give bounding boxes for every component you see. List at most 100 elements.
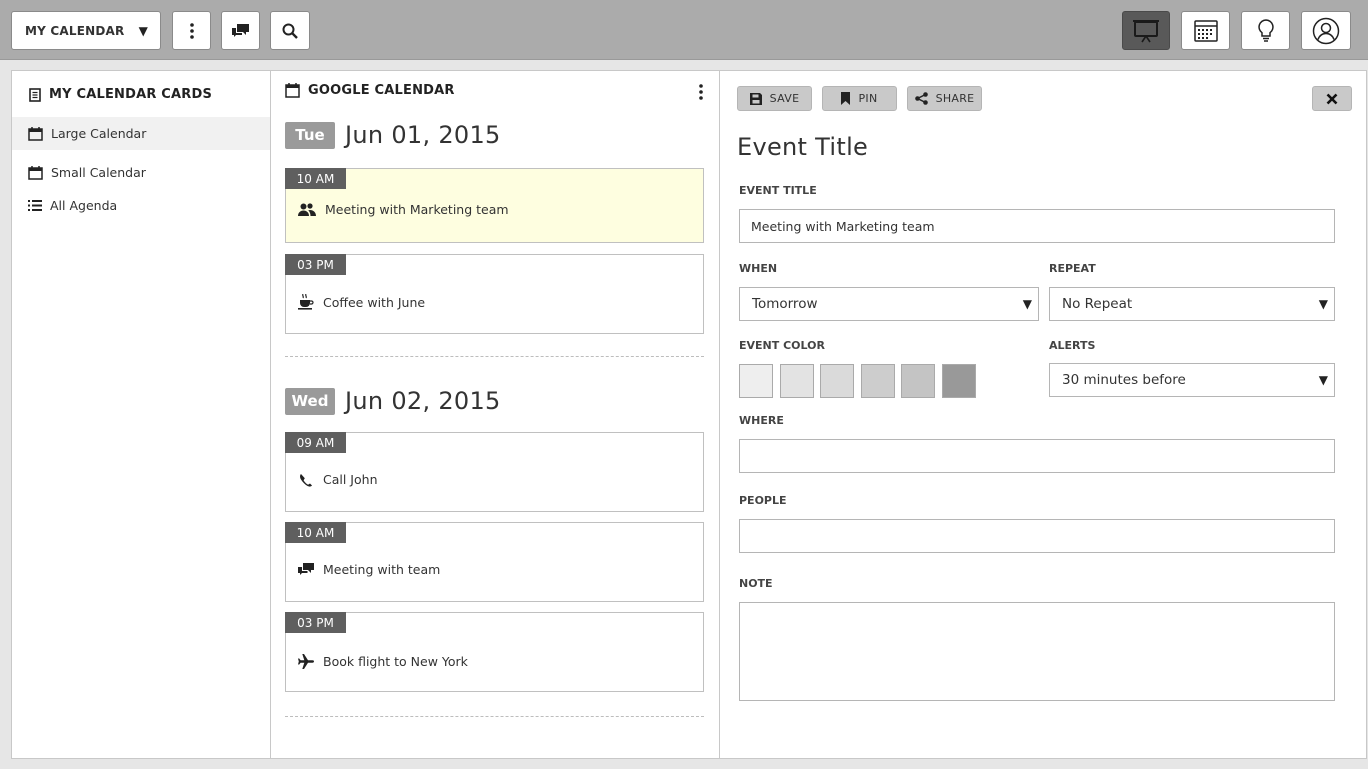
day-date: Jun 02, 2015 — [345, 387, 501, 415]
profile-button[interactable] — [1301, 11, 1351, 50]
calendar-select-label: MY CALENDAR — [25, 23, 125, 38]
day-header: Wed Jun 02, 2015 — [285, 387, 501, 415]
cards-icon — [29, 87, 41, 102]
share-button[interactable]: SHARE — [907, 86, 982, 111]
lightbulb-icon — [1257, 18, 1274, 42]
more-button[interactable] — [172, 11, 211, 50]
event-time: 09 AM — [285, 432, 346, 453]
day-badge: Tue — [285, 121, 335, 149]
sidebar-item-small-calendar[interactable]: Small Calendar — [12, 156, 270, 189]
event-time: 03 PM — [285, 254, 346, 275]
agenda-menu-button[interactable] — [698, 83, 706, 101]
event-body: Book flight to New York — [298, 654, 468, 669]
people-icon — [298, 202, 316, 216]
alerts-select[interactable]: 30 minutes before ▼ — [1049, 363, 1335, 397]
event-detail: SAVE PIN SHARE Event Title EVENT TITLE M… — [721, 71, 1366, 758]
top-toolbar: MY CALENDAR ▼ — [0, 0, 1368, 60]
day-badge: Wed — [285, 387, 335, 415]
event-title-label: EVENT TITLE — [739, 184, 817, 197]
sidebar-item-label: Large Calendar — [51, 126, 147, 141]
event-title: Meeting with team — [323, 562, 441, 577]
event-time: 10 AM — [285, 168, 346, 189]
sidebar-item-label: All Agenda — [50, 198, 118, 213]
event-title: Coffee with June — [323, 294, 426, 310]
chevron-down-icon: ▼ — [1318, 373, 1328, 387]
presentation-icon — [1133, 19, 1159, 42]
event-title-input[interactable]: Meeting with Marketing team — [739, 209, 1335, 243]
tips-button[interactable] — [1241, 11, 1290, 50]
event-card[interactable]: 09 AM Call John — [285, 432, 704, 512]
event-time: 03 PM — [285, 612, 346, 633]
event-color-label: EVENT COLOR — [739, 339, 825, 352]
event-title: Book flight to New York — [323, 654, 468, 669]
color-swatch[interactable] — [779, 364, 814, 398]
note-textarea[interactable] — [739, 602, 1335, 701]
color-swatch[interactable] — [860, 364, 895, 398]
color-swatch[interactable] — [739, 364, 773, 398]
event-body: Meeting with Marketing team — [298, 202, 509, 217]
close-button[interactable] — [1312, 86, 1352, 111]
day-date: Jun 01, 2015 — [345, 121, 501, 149]
where-label: WHERE — [739, 414, 784, 427]
chevron-down-icon: ▼ — [1022, 297, 1032, 311]
color-swatch[interactable] — [941, 364, 976, 398]
calendar-grid-icon — [1193, 19, 1218, 42]
event-card[interactable]: 10 AM Meeting with team — [285, 522, 704, 602]
color-swatch[interactable] — [901, 364, 935, 398]
event-card[interactable]: 03 PM Coffee with June — [285, 254, 704, 334]
chat-button[interactable] — [221, 11, 260, 50]
close-icon — [1326, 93, 1338, 104]
people-label: PEOPLE — [739, 494, 787, 507]
event-card[interactable]: 03 PM Book flight to New York — [285, 612, 704, 692]
calendar-icon — [28, 126, 43, 141]
chevron-down-icon: ▼ — [138, 23, 148, 38]
event-heading: Event Title — [737, 133, 869, 161]
calendar-icon — [285, 83, 300, 98]
sidebar-item-label: Small Calendar — [51, 165, 146, 180]
event-time: 10 AM — [285, 522, 346, 543]
people-input[interactable] — [739, 519, 1335, 553]
repeat-label: REPEAT — [1049, 262, 1096, 275]
list-icon — [28, 200, 42, 211]
save-button[interactable]: SAVE — [737, 86, 812, 111]
calendar-view-button[interactable] — [1181, 11, 1230, 50]
where-input[interactable] — [739, 439, 1335, 473]
note-label: NOTE — [739, 577, 773, 590]
event-card[interactable]: 10 AM Meeting with Marketing team — [285, 168, 704, 243]
user-icon — [1312, 17, 1340, 44]
chevron-down-icon: ▼ — [1318, 297, 1328, 311]
agenda-title: GOOGLE CALENDAR — [285, 83, 455, 98]
sidebar-item-all-agenda[interactable]: All Agenda — [12, 189, 270, 222]
calendar-select[interactable]: MY CALENDAR ▼ — [11, 11, 161, 50]
sidebar-item-large-calendar[interactable]: Large Calendar — [12, 117, 270, 150]
coffee-icon — [298, 294, 314, 310]
chat-icon — [232, 23, 249, 37]
event-title: Meeting with Marketing team — [325, 202, 509, 217]
day-divider — [285, 356, 704, 357]
alerts-value: 30 minutes before — [1062, 372, 1186, 388]
repeat-value: No Repeat — [1062, 296, 1133, 312]
presentation-button[interactable] — [1122, 11, 1170, 50]
plane-icon — [298, 654, 314, 669]
share-icon — [914, 92, 928, 105]
sidebar-title: MY CALENDAR CARDS — [29, 87, 212, 102]
day-header: Tue Jun 01, 2015 — [285, 121, 501, 149]
more-vertical-icon — [699, 84, 703, 100]
day-divider — [285, 716, 704, 717]
search-button[interactable] — [270, 11, 310, 50]
pin-button[interactable]: PIN — [822, 86, 897, 111]
repeat-select[interactable]: No Repeat ▼ — [1049, 287, 1335, 321]
bookmark-icon — [841, 92, 851, 105]
event-title: Call John — [323, 472, 378, 487]
phone-icon — [300, 473, 312, 487]
chat-icon — [298, 563, 314, 575]
when-value: Tomorrow — [752, 296, 818, 312]
calendar-icon — [28, 165, 43, 180]
more-vertical-icon — [189, 22, 194, 39]
when-select[interactable]: Tomorrow ▼ — [739, 287, 1039, 321]
floppy-icon — [749, 92, 762, 105]
agenda-column: GOOGLE CALENDAR Tue Jun 01, 2015 10 AM M… — [271, 71, 720, 758]
color-swatch[interactable] — [820, 364, 854, 398]
event-body: Call John — [298, 472, 378, 487]
search-icon — [282, 23, 298, 39]
